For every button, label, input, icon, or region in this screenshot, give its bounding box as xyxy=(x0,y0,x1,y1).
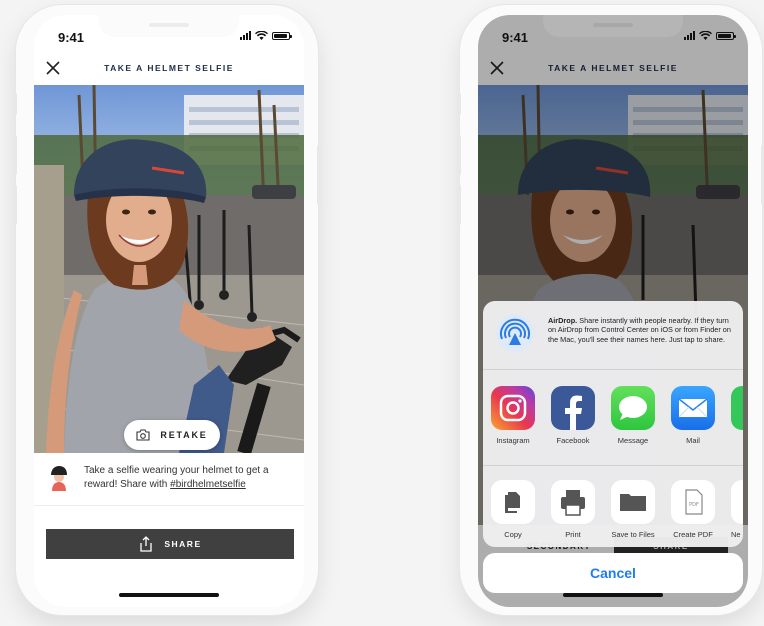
instagram-icon xyxy=(491,386,535,430)
airdrop-section[interactable]: AirDrop. Share instantly with people nea… xyxy=(483,301,743,370)
action-create-pdf[interactable]: PDF Create PDF xyxy=(665,480,721,539)
status-time: 9:41 xyxy=(502,30,529,45)
partial-app-icon xyxy=(731,386,743,430)
volume-down-button xyxy=(13,185,17,225)
airdrop-description: AirDrop. Share instantly with people nea… xyxy=(548,316,733,344)
wifi-icon xyxy=(255,31,268,40)
camera-icon xyxy=(136,429,150,441)
phone-right: 9:41 TAKE A HELMET SELFIE AirDrop. Share… xyxy=(457,5,764,615)
promo-banner: Take a selfie wearing your helmet to get… xyxy=(34,453,304,506)
retake-label: RETAKE xyxy=(160,430,208,440)
notch xyxy=(543,15,683,37)
share-app-label: Instagram xyxy=(496,436,530,445)
share-app-instagram[interactable]: Instagram xyxy=(485,386,541,445)
battery-icon xyxy=(272,31,292,40)
action-label: Print xyxy=(565,530,581,539)
screen-left: 9:41 TAKE A HELMET SELFIE RETAKE Take a … xyxy=(34,15,304,607)
app-share-row: Instagram Facebook Message Mail xyxy=(483,370,743,466)
share-app-message[interactable]: Message xyxy=(605,386,661,445)
share-sheet: AirDrop. Share instantly with people nea… xyxy=(483,301,743,547)
phone-left: 9:41 TAKE A HELMET SELFIE RETAKE Take a … xyxy=(13,5,321,615)
action-label: Ne xyxy=(731,530,741,539)
message-icon xyxy=(611,386,655,430)
action-label: Save to Files xyxy=(611,530,655,539)
svg-text:PDF: PDF xyxy=(689,502,699,508)
share-app-label: Message xyxy=(617,436,649,445)
airdrop-icon xyxy=(496,314,534,352)
copy-icon xyxy=(491,480,535,524)
nav-bar: TAKE A HELMET SELFIE xyxy=(34,55,304,85)
folder-icon xyxy=(611,480,655,524)
retake-button[interactable]: RETAKE xyxy=(124,420,220,450)
signal-icon xyxy=(240,31,251,40)
notch xyxy=(99,15,239,37)
cancel-button[interactable]: Cancel xyxy=(483,553,743,593)
action-save-to-files[interactable]: Save to Files xyxy=(605,480,661,539)
power-button xyxy=(317,145,321,205)
action-label: Copy xyxy=(504,530,522,539)
status-time: 9:41 xyxy=(58,30,85,45)
status-icons xyxy=(240,31,292,40)
home-indicator[interactable] xyxy=(119,593,219,597)
partial-icon xyxy=(731,480,743,524)
share-app-partial[interactable] xyxy=(725,386,743,430)
share-app-label: Mail xyxy=(686,436,700,445)
mute-switch xyxy=(13,93,17,115)
battery-icon xyxy=(716,31,736,40)
action-label: Create PDF xyxy=(673,530,713,539)
action-row: Copy Print Save to Files PDF Create PDF … xyxy=(483,466,743,547)
mute-switch xyxy=(457,93,461,115)
hashtag-link[interactable]: #birdhelmetselfie xyxy=(170,479,246,490)
share-app-facebook[interactable]: Facebook xyxy=(545,386,601,445)
pdf-icon: PDF xyxy=(671,480,715,524)
helmet-avatar-icon xyxy=(51,466,67,491)
cancel-label: Cancel xyxy=(590,565,636,581)
share-app-label: Facebook xyxy=(556,436,590,445)
screen-right: 9:41 TAKE A HELMET SELFIE AirDrop. Share… xyxy=(478,15,748,607)
signal-icon xyxy=(684,31,695,40)
facebook-icon xyxy=(551,386,595,430)
share-button[interactable]: SHARE xyxy=(46,529,294,559)
share-app-mail[interactable]: Mail xyxy=(665,386,721,445)
status-icons xyxy=(684,31,736,40)
volume-up-button xyxy=(457,135,461,175)
share-icon xyxy=(140,536,153,552)
action-print[interactable]: Print xyxy=(545,480,601,539)
volume-up-button xyxy=(13,135,17,175)
wifi-icon xyxy=(699,31,712,40)
volume-down-button xyxy=(457,185,461,225)
action-partial[interactable]: Ne xyxy=(725,480,743,539)
print-icon xyxy=(551,480,595,524)
page-title: TAKE A HELMET SELFIE xyxy=(104,63,234,73)
airdrop-title: AirDrop. xyxy=(548,316,578,325)
home-indicator[interactable] xyxy=(563,593,663,597)
promo-text: Take a selfie wearing your helmet to get… xyxy=(84,464,292,492)
mail-icon xyxy=(671,386,715,430)
selfie-photo: RETAKE xyxy=(34,85,304,453)
action-copy[interactable]: Copy xyxy=(485,480,541,539)
share-label: SHARE xyxy=(164,539,202,549)
